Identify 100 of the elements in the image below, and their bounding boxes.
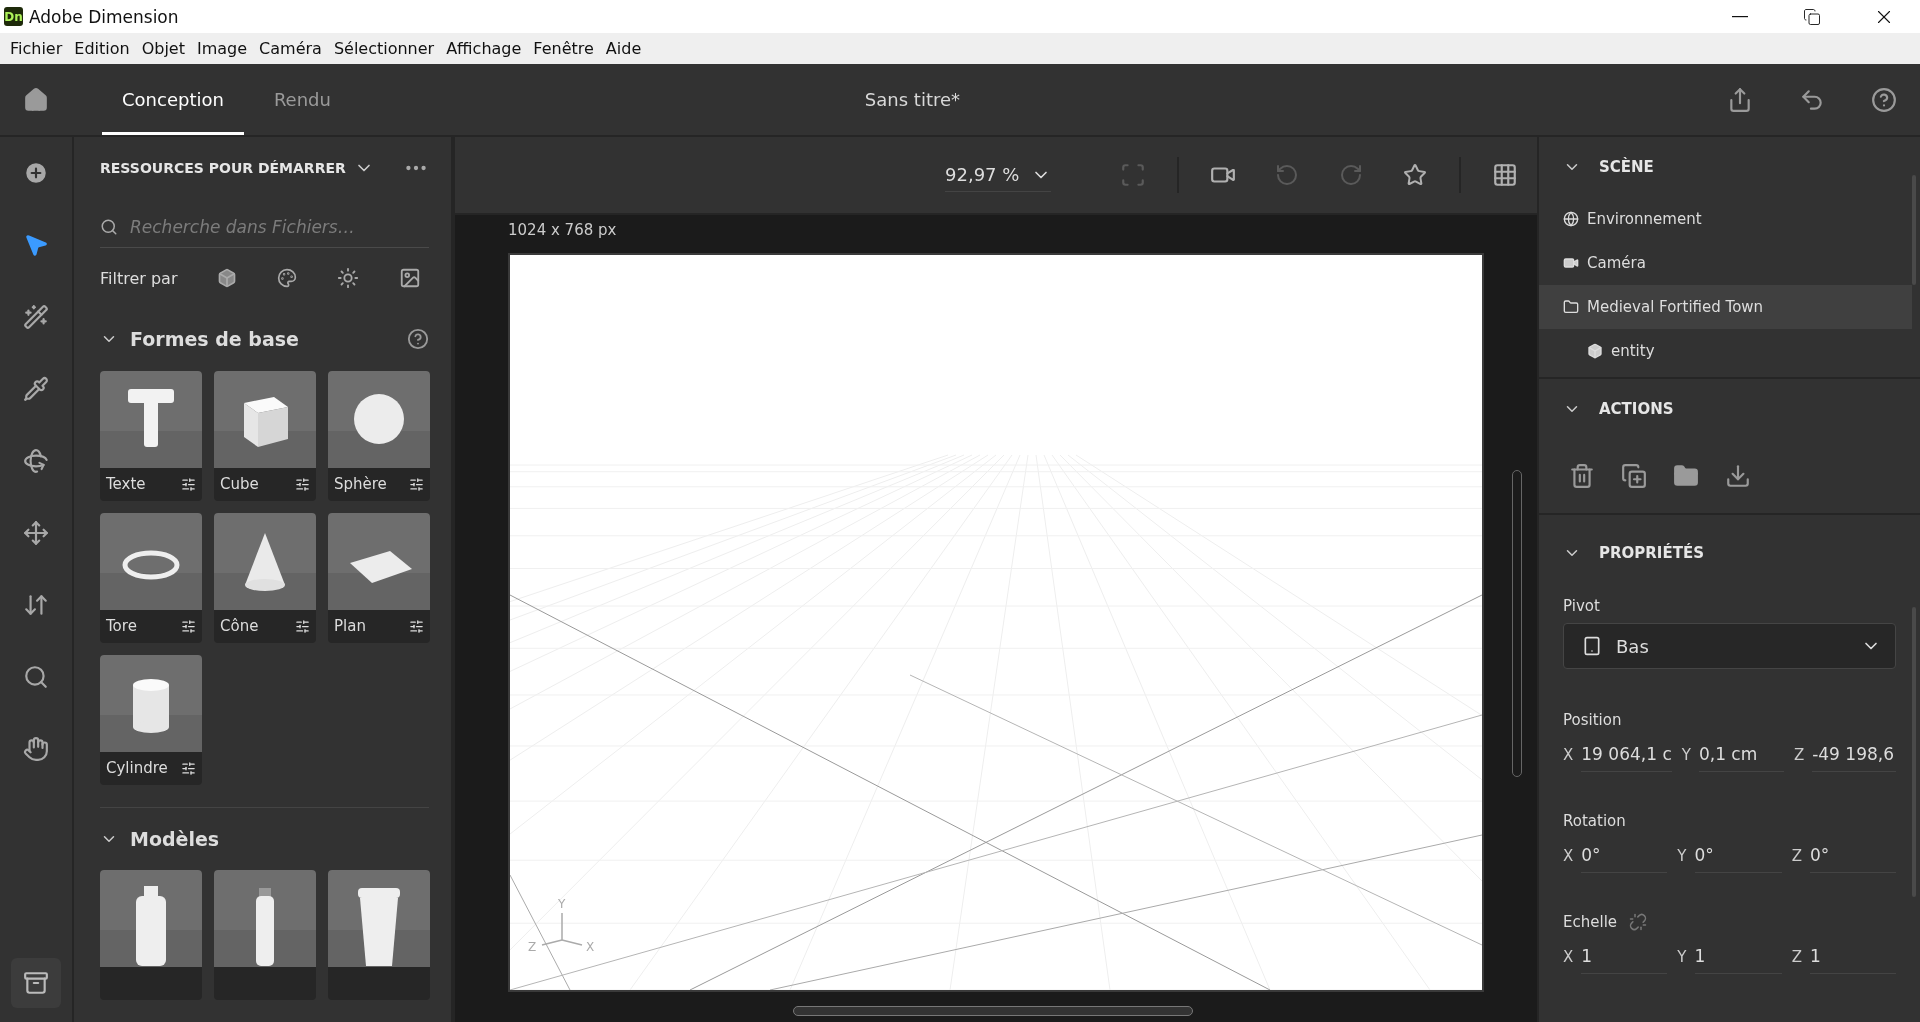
- asset-name: Sphère: [334, 475, 387, 494]
- section-title: Formes de base: [130, 328, 300, 351]
- panel-title: RESSOURCES POUR DÉMARRER: [100, 160, 346, 177]
- globe-icon: [1563, 211, 1579, 227]
- menu-item[interactable]: Fichier: [4, 39, 69, 58]
- window-title: Adobe Dimension: [29, 6, 180, 27]
- axis-label: X: [1563, 947, 1574, 966]
- sun-icon[interactable]: [337, 267, 360, 290]
- asset-card[interactable]: Tore: [100, 512, 202, 643]
- scrollbar[interactable]: [793, 1006, 1193, 1016]
- asset-card[interactable]: Plan: [328, 512, 430, 643]
- value-field[interactable]: 1: [1809, 939, 1896, 974]
- image-icon[interactable]: [399, 267, 421, 290]
- asset-name: Cylindre: [106, 759, 168, 778]
- home-icon: [23, 86, 49, 113]
- sliders-icon[interactable]: [181, 618, 196, 634]
- value-field[interactable]: 0,1 cm: [1698, 737, 1784, 772]
- value-field[interactable]: 19 064,1 c: [1581, 737, 1672, 772]
- trash-icon[interactable]: [1569, 463, 1595, 489]
- tab[interactable]: Rendu: [253, 64, 351, 135]
- asset-card[interactable]: Texte: [100, 370, 202, 501]
- sliders-icon[interactable]: [409, 476, 424, 492]
- property-label: Position: [1563, 711, 1622, 729]
- document-title: Sans titre*: [863, 89, 962, 110]
- section-title: SCÈNE: [1599, 158, 1654, 176]
- search-field[interactable]: Recherche dans Fichiers…: [128, 211, 429, 244]
- axis-label: Y: [1677, 947, 1687, 966]
- value-field[interactable]: 0°: [1694, 838, 1782, 873]
- palette-icon[interactable]: [277, 268, 298, 289]
- value-field[interactable]: 1: [1694, 939, 1782, 974]
- axis-label: X: [586, 940, 595, 954]
- section-title: ACTIONS: [1599, 400, 1674, 418]
- section-title: Modèles: [130, 827, 221, 850]
- scene-item[interactable]: Caméra: [1539, 241, 1912, 285]
- download-icon[interactable]: [1725, 463, 1751, 489]
- cube-icon: [1587, 343, 1603, 359]
- menu-item[interactable]: Caméra: [253, 39, 328, 58]
- sliders-icon[interactable]: [181, 476, 196, 492]
- scene-item[interactable]: entity: [1539, 329, 1912, 373]
- zoom-dropdown[interactable]: 92,97 %: [945, 158, 1052, 192]
- axis-label: Z: [1791, 947, 1802, 966]
- asset-card[interactable]: Cylindre: [100, 654, 202, 785]
- sliders-icon[interactable]: [295, 618, 310, 634]
- help-icon[interactable]: [407, 328, 429, 351]
- pivot-dropdown[interactable]: Bas: [1563, 623, 1896, 669]
- axis-label: Y: [1681, 745, 1691, 764]
- folder-icon: [1563, 299, 1579, 315]
- share-icon: [1727, 86, 1753, 113]
- value-field[interactable]: 0°: [1581, 838, 1668, 873]
- menu-item[interactable]: Fenêtre: [527, 39, 600, 58]
- canvas-size: 1024 x 768 px: [508, 220, 618, 241]
- menu-item[interactable]: Edition: [68, 39, 136, 58]
- asset-name: Tore: [106, 617, 137, 636]
- grid-icon: [1492, 162, 1518, 188]
- search-icon: [100, 218, 118, 237]
- filter-label: Filtrer par: [100, 268, 178, 288]
- menu-item[interactable]: Affichage: [440, 39, 528, 58]
- axis-gizmo-icon: [541, 912, 583, 946]
- axis-label: Y: [1677, 846, 1687, 865]
- value-field[interactable]: 0°: [1809, 838, 1896, 873]
- restore-icon: [1803, 7, 1821, 26]
- folder-icon[interactable]: [1673, 463, 1699, 489]
- asset-card[interactable]: Cube: [214, 370, 316, 501]
- axis-label: Y: [558, 897, 566, 911]
- video-camera-icon: [1563, 255, 1579, 271]
- asset-name: Plan: [334, 617, 366, 636]
- scene-item[interactable]: Environnement: [1539, 197, 1912, 241]
- menu-item[interactable]: Sélectionner: [327, 39, 441, 58]
- menu-item[interactable]: Aide: [599, 39, 648, 58]
- axis-label: Z: [528, 940, 537, 954]
- property-label: Rotation: [1563, 812, 1626, 830]
- undo-icon: [1275, 163, 1300, 187]
- archive-button[interactable]: [11, 958, 61, 1008]
- menu-item[interactable]: Objet: [135, 39, 191, 58]
- scene-item-label: Medieval Fortified Town: [1587, 298, 1764, 316]
- property-label: Pivot: [1563, 597, 1600, 615]
- sliders-icon[interactable]: [295, 476, 310, 492]
- frame-icon: [1120, 162, 1147, 188]
- sliders-icon[interactable]: [181, 760, 196, 776]
- menu-item[interactable]: Image: [190, 39, 254, 58]
- value-field[interactable]: 1: [1581, 939, 1668, 974]
- scene-item-label: Environnement: [1587, 210, 1702, 228]
- axis-label: X: [1563, 846, 1574, 865]
- duplicate-icon[interactable]: [1621, 463, 1647, 489]
- tablet-icon: [1582, 636, 1602, 656]
- unlink-icon[interactable]: [1629, 913, 1648, 931]
- scene-item[interactable]: Medieval Fortified Town: [1539, 285, 1912, 329]
- asset-card[interactable]: [100, 870, 202, 1000]
- asset-name: Texte: [106, 475, 146, 494]
- sliders-icon[interactable]: [409, 618, 424, 634]
- scene-item-label: entity: [1611, 342, 1655, 360]
- section-title: PROPRIÉTÉS: [1599, 544, 1704, 562]
- asset-card[interactable]: [214, 870, 316, 1000]
- asset-card[interactable]: [328, 870, 430, 1000]
- value-field[interactable]: -49 198,6: [1812, 737, 1896, 772]
- asset-card[interactable]: Sphère: [328, 370, 430, 501]
- axis-label: X: [1563, 745, 1574, 764]
- property-label: Echelle: [1563, 913, 1618, 931]
- asset-card[interactable]: Cône: [214, 512, 316, 643]
- cube-icon[interactable]: [217, 268, 238, 289]
